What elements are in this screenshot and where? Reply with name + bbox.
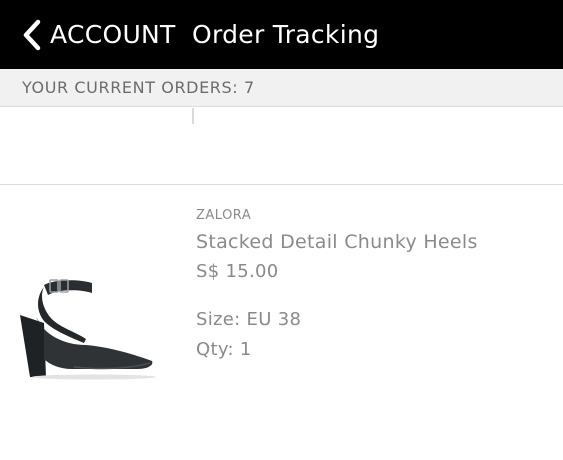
back-to-account-button[interactable]: ACCOUNT [22, 18, 176, 52]
order-item[interactable]: ZALORA Stacked Detail Chunky Heels S$ 15… [0, 185, 563, 460]
back-label: ACCOUNT [50, 20, 176, 49]
chevron-left-icon [22, 19, 42, 51]
product-brand: ZALORA [196, 208, 252, 223]
product-price: S$ 15.00 [196, 261, 279, 282]
orders-summary-bar: YOUR CURRENT ORDERS: 7 [0, 69, 563, 107]
current-orders-count: YOUR CURRENT ORDERS: 7 [22, 78, 255, 97]
product-name[interactable]: Stacked Detail Chunky Heels [196, 231, 478, 253]
product-quantity: Qty: 1 [196, 339, 252, 360]
product-size: Size: EU 38 [196, 309, 302, 330]
previous-item-divider-stub [192, 108, 194, 124]
page-title: Order Tracking [192, 20, 380, 49]
top-navigation-bar: ACCOUNT Order Tracking [0, 0, 563, 69]
product-image[interactable] [14, 273, 160, 381]
